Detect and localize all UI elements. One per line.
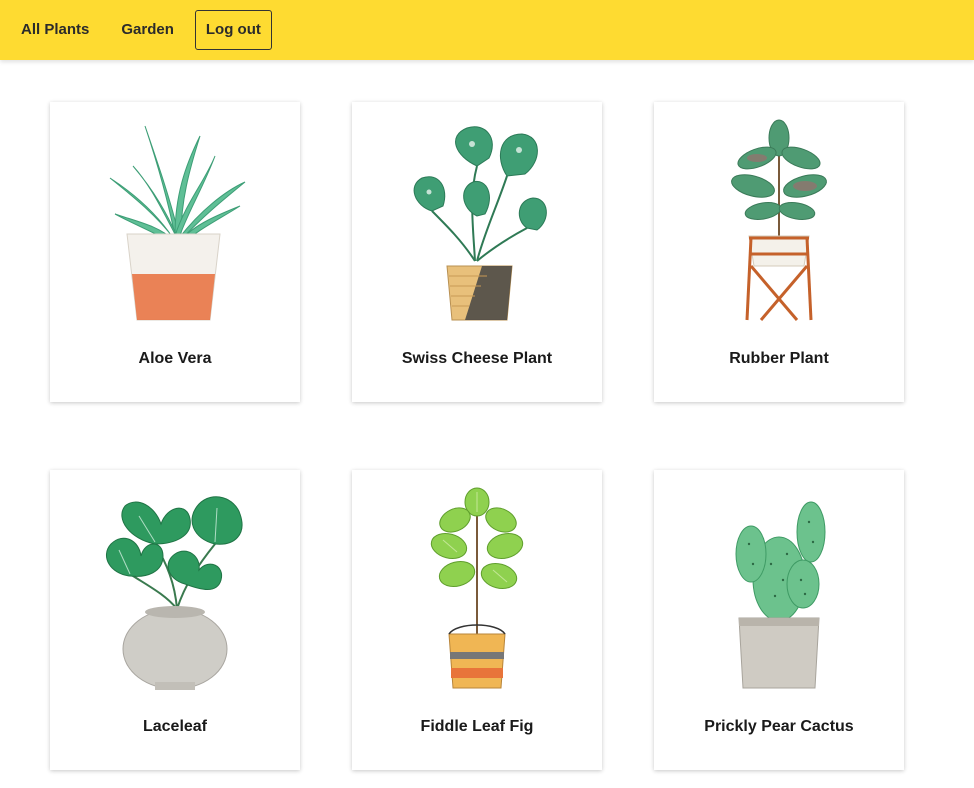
plant-card-swiss-cheese-plant[interactable]: Swiss Cheese Plant: [352, 102, 602, 402]
plant-name: Prickly Pear Cactus: [704, 718, 854, 735]
rubber-plant-illustration: [731, 119, 827, 321]
plant-card-rubber-plant[interactable]: Rubber Plant: [654, 102, 904, 402]
swiss-cheese-plant-illustration: [413, 126, 547, 321]
top-navigation-bar: All Plants Garden Log out: [0, 0, 974, 60]
plant-name: Laceleaf: [142, 718, 208, 735]
nav-garden-link[interactable]: Garden: [110, 10, 185, 50]
plant-card-laceleaf[interactable]: Laceleaf: [50, 470, 300, 770]
plant-card-aloe-vera[interactable]: Aloe Vera: [50, 102, 300, 402]
fiddle-leaf-fig-illustration: [430, 487, 524, 689]
plant-card-prickly-pear-cactus[interactable]: Prickly Pear Cactus: [654, 470, 904, 770]
plant-name: Rubber Plant: [729, 350, 829, 367]
aloe-vera-illustration: [109, 125, 246, 321]
plant-name: Swiss Cheese Plant: [401, 350, 553, 367]
nav-all-plants-link[interactable]: All Plants: [10, 10, 100, 50]
prickly-pear-cactus-illustration: [735, 501, 826, 689]
logout-button[interactable]: Log out: [194, 10, 272, 50]
laceleaf-illustration: [106, 496, 243, 690]
plant-name: Fiddle Leaf Fig: [420, 718, 534, 735]
plant-card-fiddle-leaf-fig[interactable]: Fiddle Leaf Fig: [352, 470, 602, 770]
plant-name: Aloe Vera: [138, 350, 212, 367]
